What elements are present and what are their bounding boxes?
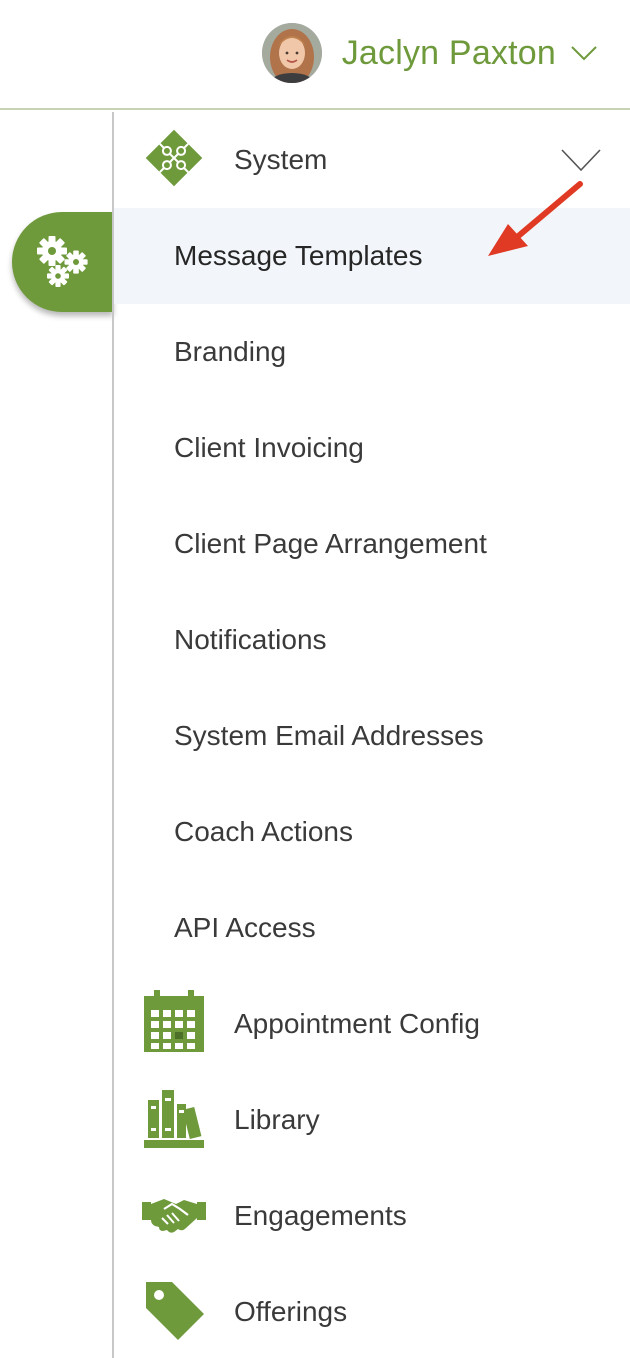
annotation-arrow-icon	[488, 181, 583, 256]
submenu-item-branding[interactable]: Branding	[114, 304, 630, 400]
submenu-item-label: Client Page Arrangement	[174, 528, 487, 559]
avatar-photo	[261, 23, 322, 83]
menu-section-offerings[interactable]: Offerings	[114, 1264, 630, 1358]
menu-section-label: Offerings	[234, 1296, 348, 1327]
submenu-item-notifications[interactable]: Notifications	[114, 592, 630, 688]
settings-menu: System Message Templates Branding Client…	[114, 112, 630, 1358]
books-icon	[142, 1086, 206, 1150]
submenu-item-label: Message Templates	[174, 240, 423, 271]
menu-section-engagements[interactable]: Engagements	[114, 1168, 630, 1264]
top-header: Jaclyn Paxton	[0, 0, 630, 110]
submenu-item-label: Branding	[174, 336, 287, 367]
submenu-item-label: System Email Addresses	[174, 720, 484, 751]
menu-section-label: System	[234, 144, 328, 175]
submenu-item-api-access[interactable]: API Access	[114, 880, 630, 976]
user-name[interactable]: Jaclyn Paxton	[342, 34, 556, 73]
calendar-icon	[142, 990, 206, 1054]
submenu-item-label: Coach Actions	[174, 816, 353, 847]
user-avatar[interactable]	[261, 23, 322, 83]
submenu-item-client-page-arrangement[interactable]: Client Page Arrangement	[114, 496, 630, 592]
menu-section-library[interactable]: Library	[114, 1072, 630, 1168]
submenu-item-system-email-addresses[interactable]: System Email Addresses	[114, 688, 630, 784]
menu-section-label: Library	[234, 1104, 320, 1135]
user-menu[interactable]: Jaclyn Paxton	[261, 22, 598, 84]
submenu-item-label: API Access	[174, 912, 316, 943]
gears-icon	[37, 236, 88, 287]
menu-section-label: Engagements	[234, 1200, 407, 1231]
chevron-down-icon[interactable]	[560, 148, 602, 172]
puzzle-icon	[142, 126, 206, 190]
chevron-down-icon[interactable]	[570, 44, 598, 62]
submenu-item-label: Client Invoicing	[174, 432, 364, 463]
submenu-item-coach-actions[interactable]: Coach Actions	[114, 784, 630, 880]
settings-rail-tab[interactable]	[12, 212, 113, 312]
submenu-item-client-invoicing[interactable]: Client Invoicing	[114, 400, 630, 496]
menu-section-label: Appointment Config	[234, 1008, 480, 1039]
tag-icon	[142, 1278, 206, 1342]
submenu-item-label: Notifications	[174, 624, 327, 655]
handshake-icon	[142, 1182, 206, 1246]
menu-section-appointment-config[interactable]: Appointment Config	[114, 976, 630, 1072]
